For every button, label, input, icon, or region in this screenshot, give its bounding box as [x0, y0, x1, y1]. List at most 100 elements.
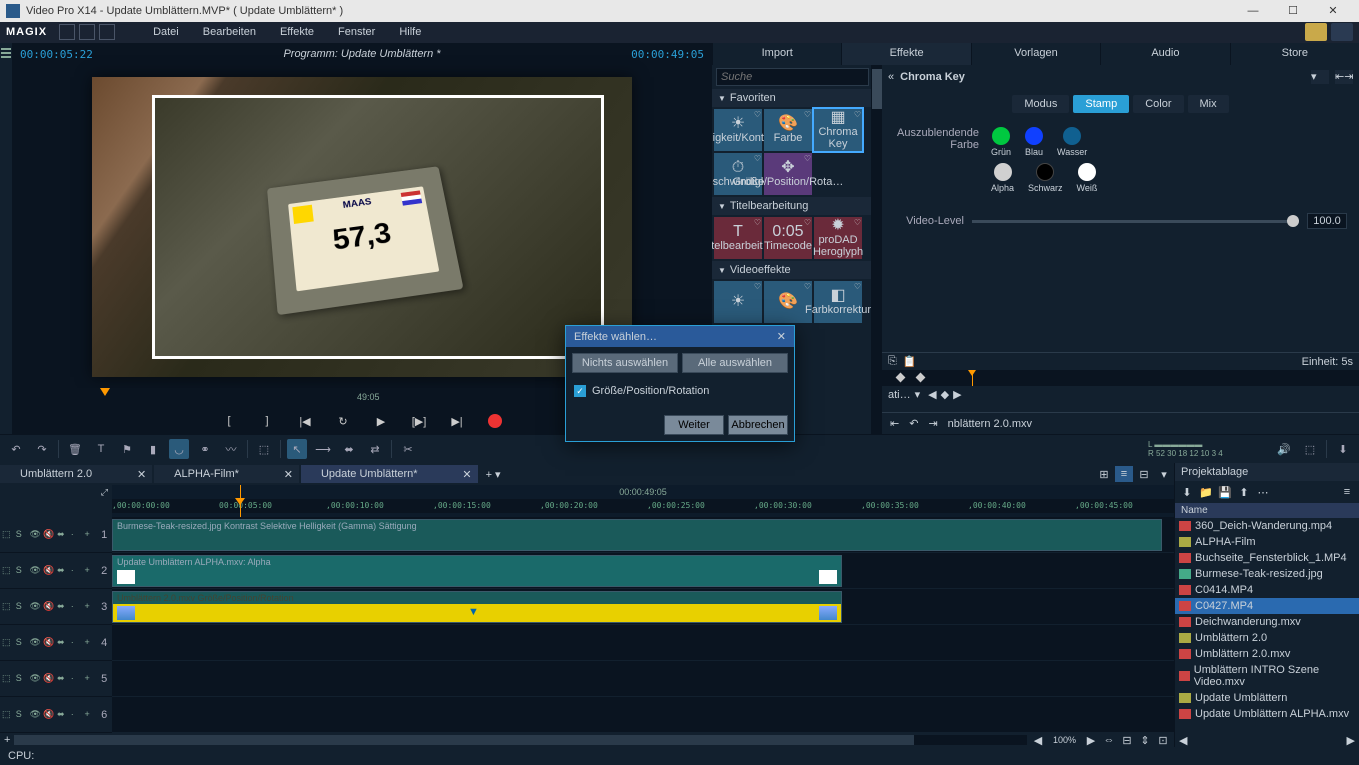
hamburger-icon[interactable]	[1, 48, 11, 50]
track-fx-icon[interactable]: ⬌	[57, 529, 69, 541]
select-all-button[interactable]: Alle auswählen	[682, 353, 788, 373]
bin-item[interactable]: Umblättern 2.0.mxv	[1175, 646, 1359, 662]
marker-icon[interactable]: ⚑	[117, 439, 137, 459]
effect-menu-icon[interactable]: ▾	[1311, 70, 1329, 84]
cut-tool-icon[interactable]: ⟶	[313, 439, 333, 459]
timeline-view-1-icon[interactable]: ⊞	[1095, 466, 1113, 482]
favorite-icon[interactable]: ♡	[754, 282, 761, 291]
sequence-tab[interactable]: Umblättern 2.0✕	[0, 465, 152, 483]
swatch-alpha[interactable]: Alpha	[991, 163, 1014, 193]
timeline-lane[interactable]: Umblättern 2.0.mxv Größe/Position/Rotati…	[112, 589, 1174, 625]
effect-tile[interactable]: ♡✹proDAD Heroglyph	[814, 217, 862, 259]
mode-modus[interactable]: Modus	[1012, 95, 1069, 113]
close-tab-icon[interactable]: ✕	[284, 468, 293, 481]
bin-item[interactable]: C0414.MP4	[1175, 582, 1359, 598]
bin-view-icon[interactable]: ≡	[1339, 484, 1355, 500]
close-tab-icon[interactable]: ✕	[462, 468, 471, 481]
category-header[interactable]: ▼Titelbearbeitung	[712, 197, 871, 215]
dialog-checkbox[interactable]: ✓	[574, 385, 586, 397]
track-lock-icon[interactable]: ⬚	[2, 601, 14, 613]
track-mute-icon[interactable]: 🔇	[43, 601, 55, 613]
goto-start-icon[interactable]: |◀	[296, 412, 314, 430]
bin-item[interactable]: C0427.MP4	[1175, 598, 1359, 614]
category-header[interactable]: ▼Videoeffekte	[712, 261, 871, 279]
swatch-grün[interactable]: Grün	[991, 127, 1011, 157]
track-eye-icon[interactable]: 👁	[30, 529, 42, 541]
mixer-icon[interactable]: ⬚	[1300, 439, 1320, 459]
track-fx-icon[interactable]: ⬌	[57, 637, 69, 649]
zoom-h-out-icon[interactable]: ◀	[1031, 734, 1045, 747]
clip-undo-icon[interactable]: ↶	[909, 417, 918, 430]
kf-row-dropdown[interactable]: ▾	[915, 388, 921, 401]
new-file-icon[interactable]	[59, 24, 75, 40]
sequence-tab[interactable]: Update Umblättern*✕	[301, 465, 478, 483]
timeline-clip[interactable]: Umblättern 2.0.mxv Größe/Position/Rotati…	[112, 591, 842, 623]
timecode-in[interactable]: 00:00:05:22	[20, 48, 93, 61]
kf-add-icon[interactable]: ◆	[941, 388, 949, 401]
track-mute-icon[interactable]: 🔇	[43, 673, 55, 685]
zoom-h-in-icon[interactable]: ▶	[1084, 734, 1098, 747]
track-lock-icon[interactable]: ⬚	[2, 529, 14, 541]
favorite-icon[interactable]: ♡	[804, 154, 811, 163]
tab-import[interactable]: Import	[712, 43, 841, 65]
play-icon[interactable]: ▶	[372, 412, 390, 430]
favorite-icon[interactable]: ♡	[854, 218, 861, 227]
razor-icon[interactable]: ✂	[398, 439, 418, 459]
video-level-value[interactable]: 100.0	[1307, 213, 1347, 229]
chapter-icon[interactable]: ▮	[143, 439, 163, 459]
timeline-view-2-icon[interactable]: ≡	[1115, 466, 1133, 482]
category-header[interactable]: ▼Favoriten	[712, 89, 871, 107]
timeline-menu-icon[interactable]: ▾	[1155, 466, 1173, 482]
track-mute-icon[interactable]: 🔇	[43, 565, 55, 577]
bin-item[interactable]: Umblättern INTRO Szene Video.mxv	[1175, 662, 1359, 690]
bin-item[interactable]: Buchseite_Fensterblick_1.MP4	[1175, 550, 1359, 566]
track-eye-icon[interactable]: 👁	[30, 565, 42, 577]
favorite-icon[interactable]: ♡	[804, 218, 811, 227]
kf-prev-icon[interactable]: ◀	[928, 388, 936, 401]
timeline-ruler[interactable]: ,00:00:00:0000:00:05:00,00:00:10:00,00:0…	[112, 499, 1174, 513]
effect-tile[interactable]: ♡✥Größe/Position/Rota…	[764, 153, 812, 195]
swatch-schwarz[interactable]: Schwarz	[1028, 163, 1063, 193]
track-lock-icon[interactable]: ⬚	[2, 709, 14, 721]
close-button[interactable]: ✕	[1313, 4, 1353, 17]
redo-icon[interactable]: ↷	[32, 439, 52, 459]
track-solo-icon[interactable]: S	[16, 529, 28, 541]
magnet-icon[interactable]: ⬌	[339, 439, 359, 459]
fit-v-icon[interactable]: ⇕	[1138, 734, 1152, 747]
timeline-lane[interactable]	[112, 697, 1174, 733]
track-eye-icon[interactable]: 👁	[30, 709, 42, 721]
bin-save-icon[interactable]: 💾	[1217, 484, 1233, 500]
speaker-icon[interactable]: 🔊	[1274, 439, 1294, 459]
record-button[interactable]	[486, 412, 504, 430]
track-solo-icon[interactable]: S	[16, 601, 28, 613]
track-expand-icon[interactable]: +	[85, 529, 97, 541]
timeline-lane[interactable]: Update Umblättern ALPHA.mxv: Alpha	[112, 553, 1174, 589]
track-expand-icon[interactable]: +	[85, 601, 97, 613]
tab-store[interactable]: Store	[1230, 43, 1359, 65]
track-mute-icon[interactable]: 🔇	[43, 529, 55, 541]
track-solo-icon[interactable]: S	[16, 637, 28, 649]
bin-item[interactable]: 360_Deich-Wanderung.mp4	[1175, 518, 1359, 534]
track-eye-icon[interactable]: 👁	[30, 601, 42, 613]
timeline-lane[interactable]	[112, 661, 1174, 697]
wave-icon[interactable]: 〰	[221, 439, 241, 459]
mode-stamp[interactable]: Stamp	[1073, 95, 1129, 113]
track-expand-icon[interactable]: +	[85, 673, 97, 685]
swatch-blau[interactable]: Blau	[1025, 127, 1043, 157]
maximize-button[interactable]: ☐	[1273, 4, 1313, 17]
tab-audio[interactable]: Audio	[1100, 43, 1229, 65]
search-input[interactable]	[716, 68, 869, 86]
delete-icon[interactable]: 🗑	[65, 439, 85, 459]
play-range-icon[interactable]: [▶]	[410, 412, 428, 430]
effect-tile[interactable]: ♡◧Farbkorrektur	[814, 281, 862, 323]
kf-paste-icon[interactable]: 📋	[903, 355, 917, 368]
bin-item[interactable]: Update Umblättern ALPHA.mxv	[1175, 706, 1359, 722]
bin-item[interactable]: Burmese-Teak-resized.jpg	[1175, 566, 1359, 582]
track-expand-icon[interactable]: +	[85, 709, 97, 721]
effect-tile[interactable]: ♡🎨	[764, 281, 812, 323]
close-tab-icon[interactable]: ✕	[137, 468, 146, 481]
track-lock-icon[interactable]: ⬚	[2, 637, 14, 649]
favorite-icon[interactable]: ♡	[854, 282, 861, 291]
undo-icon[interactable]: ↶	[6, 439, 26, 459]
tab-effekte[interactable]: Effekte	[841, 43, 970, 65]
